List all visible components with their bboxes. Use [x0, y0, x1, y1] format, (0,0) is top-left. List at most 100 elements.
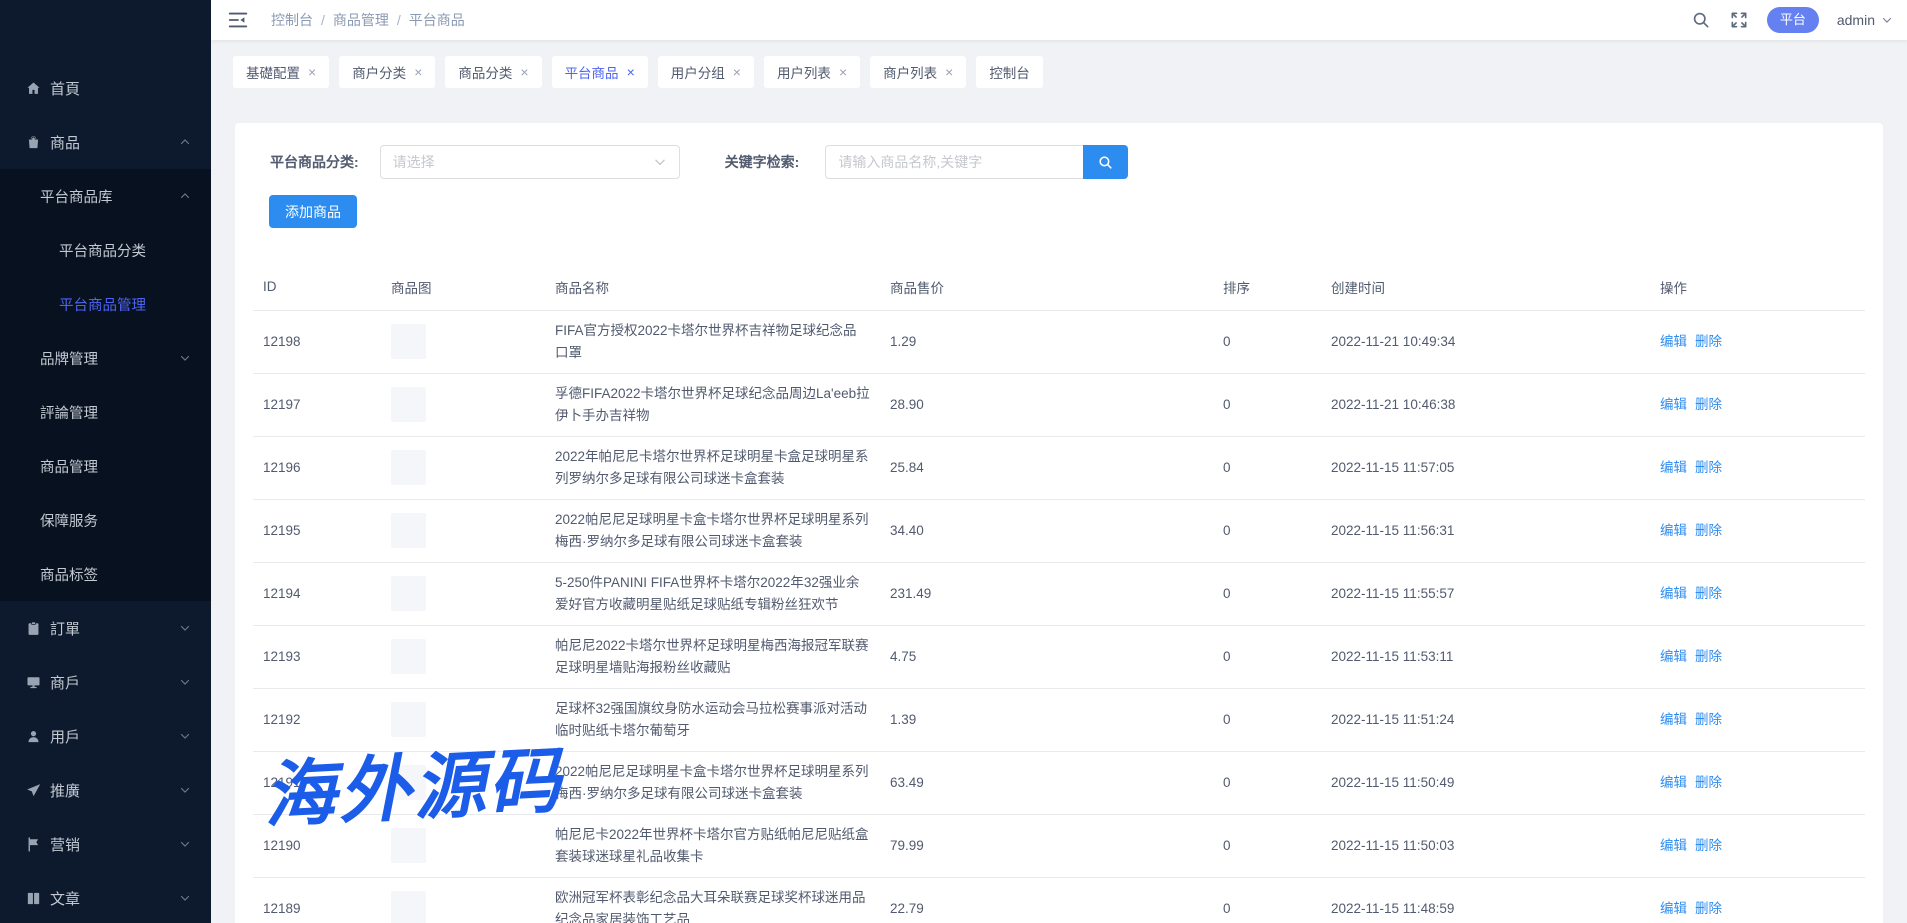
breadcrumb-item-platform-goods: 平台商品: [409, 10, 465, 30]
cell-name: 2022帕尼尼足球明星卡盒卡塔尔世界杯足球明星系列梅西·罗纳尔多足球有限公司球迷…: [555, 751, 890, 814]
column-header-created: 创建时间: [1331, 264, 1660, 310]
delete-link[interactable]: 删除: [1695, 523, 1722, 538]
sidebar-item-marketing[interactable]: 营销: [0, 817, 211, 871]
sidebar-item-merchants[interactable]: 商戶: [0, 655, 211, 709]
sidebar-item-label: 平台商品库: [40, 186, 113, 207]
tab-user-list[interactable]: 用户列表×: [764, 56, 860, 88]
cell-image: [391, 310, 555, 373]
sidebar-item-label: 营销: [50, 834, 80, 855]
edit-link[interactable]: 编辑: [1660, 523, 1687, 538]
edit-link[interactable]: 编辑: [1660, 649, 1687, 664]
products-table: ID商品图商品名称商品售价排序创建时间操作 12198FIFA官方授权2022卡…: [253, 264, 1865, 923]
cell-price: 231.49: [890, 562, 1223, 625]
edit-link[interactable]: 编辑: [1660, 334, 1687, 349]
cell-created: 2022-11-15 11:51:24: [1331, 688, 1660, 751]
edit-link[interactable]: 编辑: [1660, 586, 1687, 601]
tab-goods-category[interactable]: 商品分类×: [445, 56, 541, 88]
cell-name: FIFA官方授权2022卡塔尔世界杯吉祥物足球纪念品口罩: [555, 310, 890, 373]
delete-link[interactable]: 删除: [1695, 397, 1722, 412]
cell-actions: 编辑删除: [1660, 814, 1865, 877]
cell-sort: 0: [1223, 688, 1331, 751]
content-area: 平台商品分类: 请选择 关键字检索: 添加商品: [211, 98, 1907, 923]
sidebar-item-goods-tag[interactable]: 商品标签: [0, 547, 211, 601]
tab-user-group[interactable]: 用户分组×: [658, 56, 754, 88]
cell-actions: 编辑删除: [1660, 625, 1865, 688]
sidebar-item-articles[interactable]: 文章: [0, 871, 211, 923]
product-image-placeholder: [391, 324, 426, 359]
sidebar-item-home[interactable]: 首頁: [0, 61, 211, 115]
breadcrumb-item-console[interactable]: 控制台: [271, 10, 313, 30]
chevron-up-icon: [179, 190, 191, 202]
edit-link[interactable]: 编辑: [1660, 712, 1687, 727]
sidebar-item-guarantee-service[interactable]: 保障服务: [0, 493, 211, 547]
delete-link[interactable]: 删除: [1695, 775, 1722, 790]
cell-image: [391, 625, 555, 688]
sidebar-item-label: 平台商品分类: [59, 240, 146, 261]
chevron-down-icon: [179, 838, 191, 850]
delete-link[interactable]: 删除: [1695, 712, 1722, 727]
close-icon[interactable]: ×: [945, 65, 953, 79]
product-image-placeholder: [391, 828, 426, 863]
cell-created: 2022-11-21 10:49:34: [1331, 310, 1660, 373]
sidebar-item-comment-manage[interactable]: 評論管理: [0, 385, 211, 439]
close-icon[interactable]: ×: [308, 65, 316, 79]
fullscreen-icon[interactable]: [1729, 10, 1749, 30]
tab-console[interactable]: 控制台: [976, 56, 1043, 88]
delete-link[interactable]: 删除: [1695, 838, 1722, 853]
search-icon[interactable]: [1691, 10, 1711, 30]
cell-price: 25.84: [890, 436, 1223, 499]
tab-merchant-list[interactable]: 商户列表×: [870, 56, 966, 88]
sidebar-item-goods-manage[interactable]: 商品管理: [0, 439, 211, 493]
category-filter-label: 平台商品分类:: [270, 152, 359, 172]
sidebar-item-platform-goods-manage[interactable]: 平台商品管理: [0, 277, 211, 331]
cell-actions: 编辑删除: [1660, 751, 1865, 814]
cell-name: 帕尼尼卡2022年世界杯卡塔尔官方贴纸帕尼尼贴纸盒套装球迷球星礼品收集卡: [555, 814, 890, 877]
edit-link[interactable]: 编辑: [1660, 775, 1687, 790]
keyword-input[interactable]: [825, 145, 1083, 179]
tab-merchant-category[interactable]: 商户分类 ×: [339, 56, 435, 88]
keyword-search-button[interactable]: [1083, 145, 1128, 179]
delete-link[interactable]: 删除: [1695, 901, 1722, 916]
delete-link[interactable]: 删除: [1695, 460, 1722, 475]
edit-link[interactable]: 编辑: [1660, 901, 1687, 916]
sidebar-item-platform-goods-category[interactable]: 平台商品分类: [0, 223, 211, 277]
tab-basic-config[interactable]: 基礎配置×: [233, 56, 329, 88]
table-row: 12192足球杯32强国旗纹身防水运动会马拉松赛事派对活动临时贴纸卡塔尔葡萄牙1…: [253, 688, 1865, 751]
cell-id: 12197: [253, 373, 391, 436]
tab-label: 平台商品: [565, 62, 619, 82]
sidebar-item-label: 商品: [50, 132, 80, 153]
close-icon[interactable]: ×: [414, 65, 422, 79]
user-menu[interactable]: admin: [1837, 12, 1893, 28]
edit-link[interactable]: 编辑: [1660, 460, 1687, 475]
sidebar-item-brand-manage[interactable]: 品牌管理: [0, 331, 211, 385]
tab-platform-goods[interactable]: 平台商品 ×: [552, 56, 648, 88]
cell-image: [391, 688, 555, 751]
edit-link[interactable]: 编辑: [1660, 838, 1687, 853]
category-select[interactable]: 请选择: [380, 145, 680, 179]
sidebar-item-label: 評論管理: [40, 402, 98, 423]
add-product-button[interactable]: 添加商品: [269, 195, 357, 228]
close-icon[interactable]: ×: [627, 65, 635, 79]
table-row: 121945-250件PANINI FIFA世界杯卡塔尔2022年32强业余爱好…: [253, 562, 1865, 625]
sidebar-item-orders[interactable]: 訂單: [0, 601, 211, 655]
delete-link[interactable]: 删除: [1695, 586, 1722, 601]
sidebar-item-goods[interactable]: 商品: [0, 115, 211, 169]
sidebar-item-users[interactable]: 用戶: [0, 709, 211, 763]
tab-label: 商户分类: [352, 62, 406, 82]
breadcrumb-separator: /: [321, 12, 325, 28]
edit-link[interactable]: 编辑: [1660, 397, 1687, 412]
cell-created: 2022-11-15 11:53:11: [1331, 625, 1660, 688]
table-row: 121952022帕尼尼足球明星卡盒卡塔尔世界杯足球明星系列梅西·罗纳尔多足球有…: [253, 499, 1865, 562]
breadcrumb-item-goods-manage[interactable]: 商品管理: [333, 10, 389, 30]
sidebar-item-platform-goods-lib[interactable]: 平台商品库: [0, 169, 211, 223]
delete-link[interactable]: 删除: [1695, 334, 1722, 349]
delete-link[interactable]: 删除: [1695, 649, 1722, 664]
sidebar-item-label: 保障服务: [40, 510, 98, 531]
close-icon[interactable]: ×: [733, 65, 741, 79]
menu-fold-icon[interactable]: [227, 9, 249, 31]
sidebar-item-promotion[interactable]: 推廣: [0, 763, 211, 817]
cell-name: 5-250件PANINI FIFA世界杯卡塔尔2022年32强业余爱好官方收藏明…: [555, 562, 890, 625]
cell-sort: 0: [1223, 436, 1331, 499]
close-icon[interactable]: ×: [839, 65, 847, 79]
close-icon[interactable]: ×: [520, 65, 528, 79]
